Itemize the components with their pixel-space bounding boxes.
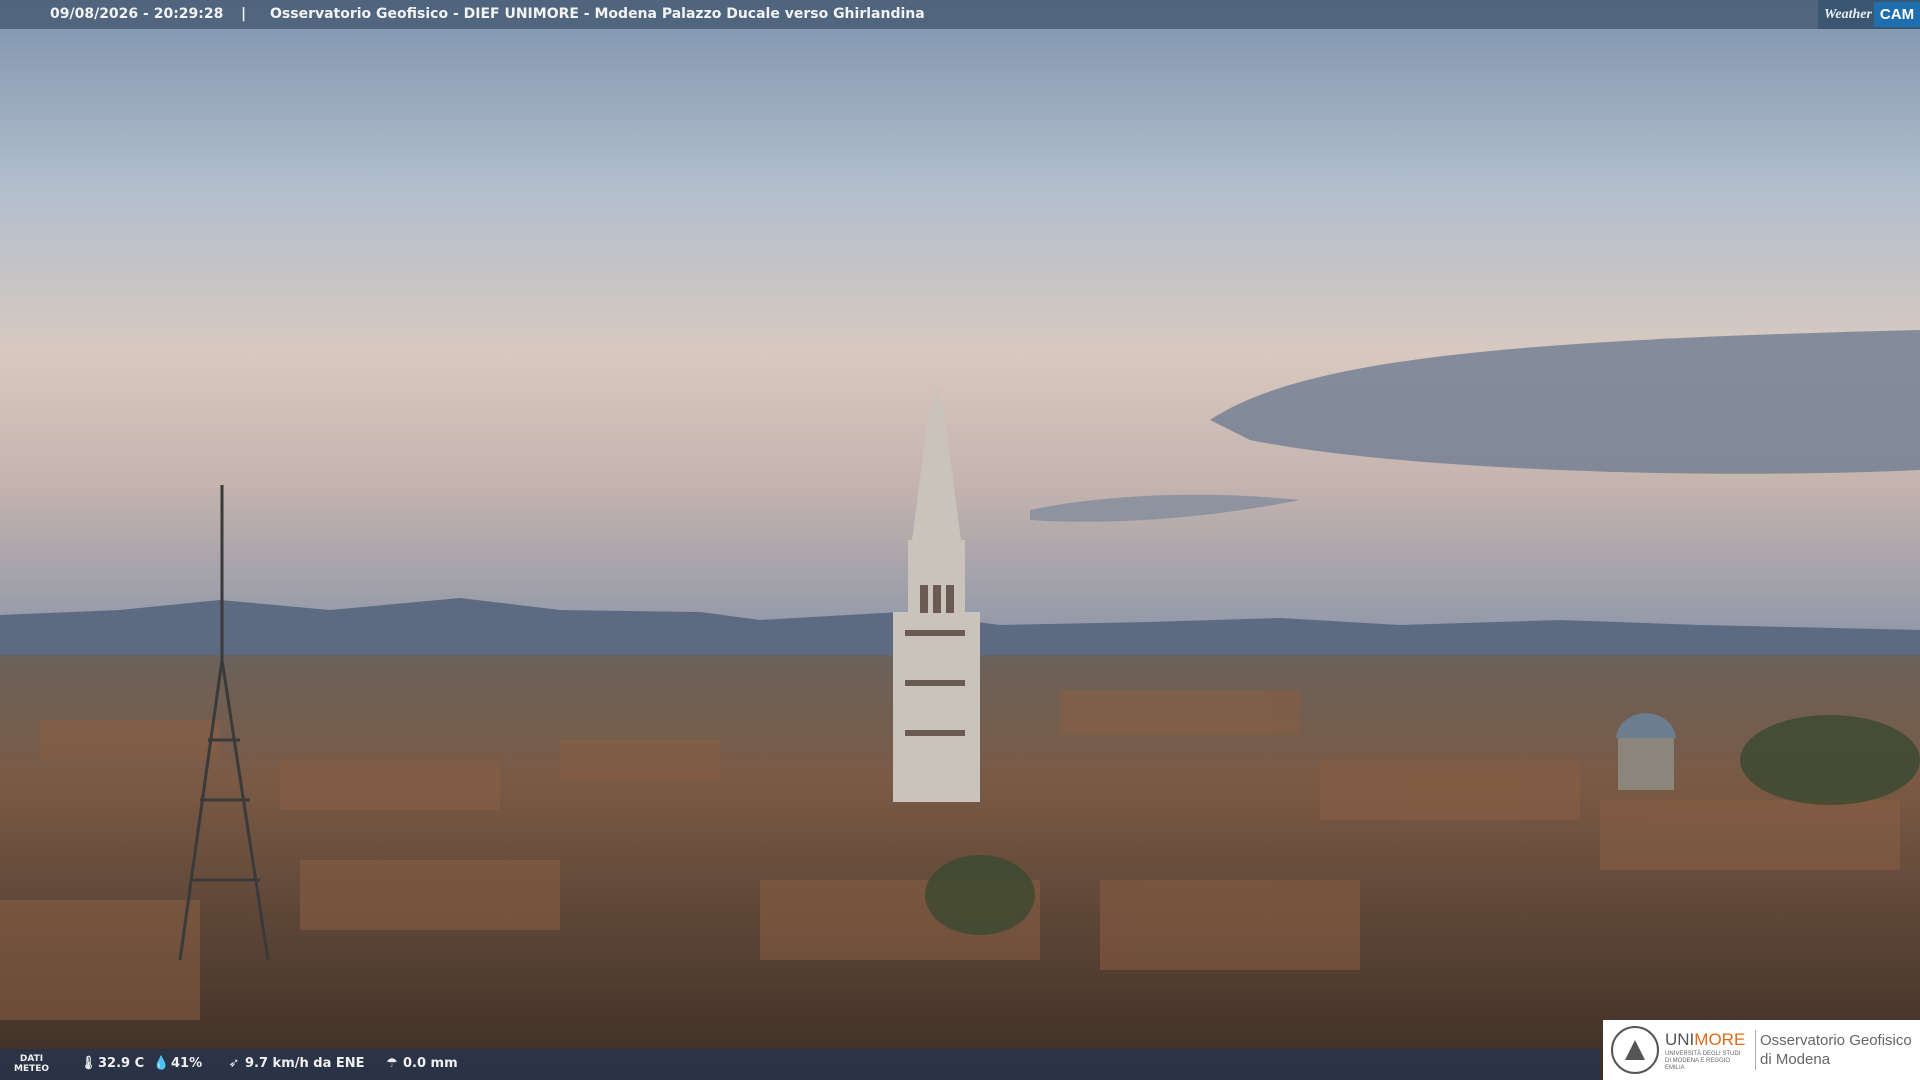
university-name: UNIMORE	[1665, 1030, 1746, 1049]
weather-data-bar: DATI METEO 🌡32.9 C 💧 41% ➶ 9.7 km/h da ENE…	[0, 1049, 1600, 1080]
temperature-readout: 🌡32.9 C	[80, 1056, 145, 1071]
divider	[1755, 1030, 1756, 1070]
rain-readout: ☂ 0.0 mm	[386, 1056, 458, 1071]
observatory-name: Osservatorio Geofisico di Modena	[1760, 1032, 1912, 1068]
camera-title: Osservatorio Geofisico - DIEF UNIMORE - …	[270, 6, 925, 22]
dome	[1616, 713, 1676, 790]
rain-gauge-icon: ☂	[386, 1056, 398, 1071]
unimore-branding: UNIMORE UNIVERSITÀ DEGLI STUDI DI MODENA…	[1603, 1020, 1920, 1080]
wind-readout: ➶ 9.7 km/h da ENE	[228, 1056, 365, 1071]
thermometer-icon: 🌡	[80, 1056, 97, 1071]
separator: |	[241, 6, 247, 22]
logo-text: Weather	[1824, 7, 1872, 22]
humidity-readout: 💧 41%	[153, 1056, 203, 1071]
top-info-bar: 09/08/2026 - 20:29:28 | Osservatorio Geo…	[0, 0, 1920, 29]
weathercam-logo: Weather CAM	[1818, 0, 1920, 29]
logo-cam: CAM	[1874, 2, 1920, 27]
weather-label: DATI METEO	[14, 1054, 50, 1074]
wind-icon: ➶	[228, 1056, 240, 1071]
university-seal-icon	[1611, 1026, 1659, 1074]
timestamp: 09/08/2026 - 20:29:28	[50, 6, 224, 22]
university-subtitle: UNIVERSITÀ DEGLI STUDI DI MODENA E REGGI…	[1665, 1051, 1741, 1071]
humidity-drop-icon: 💧	[153, 1056, 170, 1071]
webcam-scene	[0, 0, 1920, 1080]
